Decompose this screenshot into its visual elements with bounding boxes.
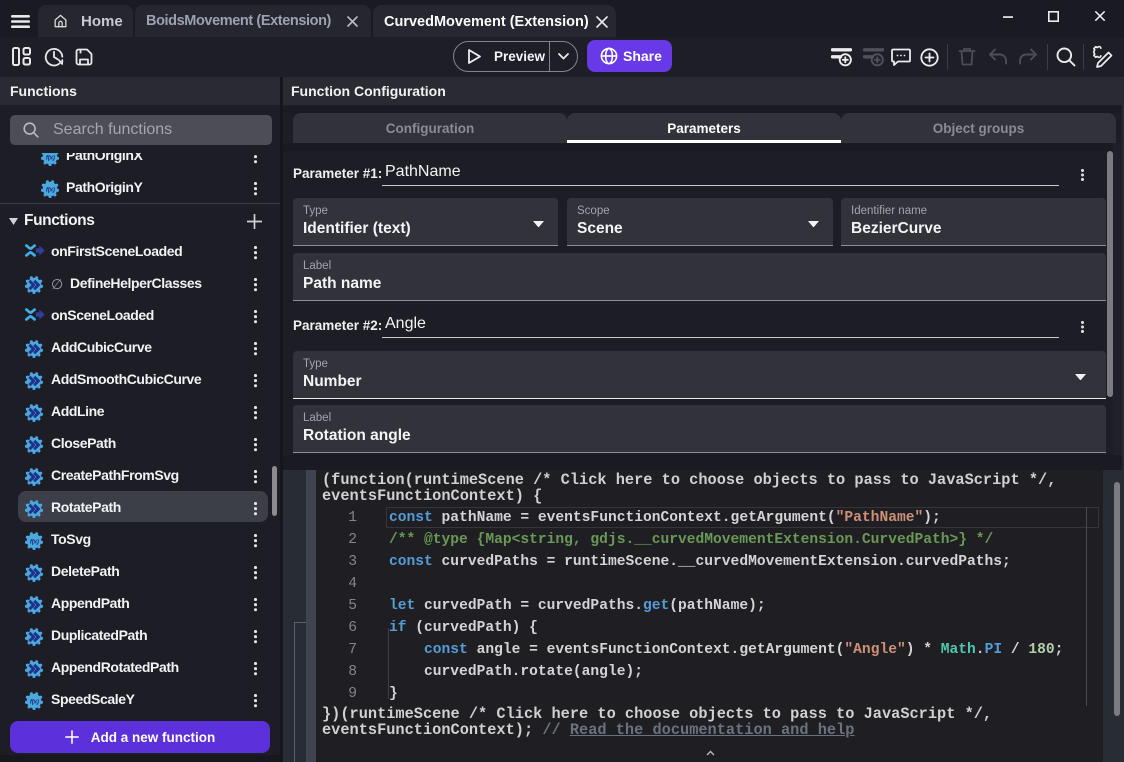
svg-text:f(x): f(x): [46, 187, 56, 194]
svg-text:f(x): f(x): [46, 155, 56, 162]
svg-text:f(x): f(x): [30, 699, 40, 706]
svg-text:f(x): f(x): [30, 539, 40, 546]
